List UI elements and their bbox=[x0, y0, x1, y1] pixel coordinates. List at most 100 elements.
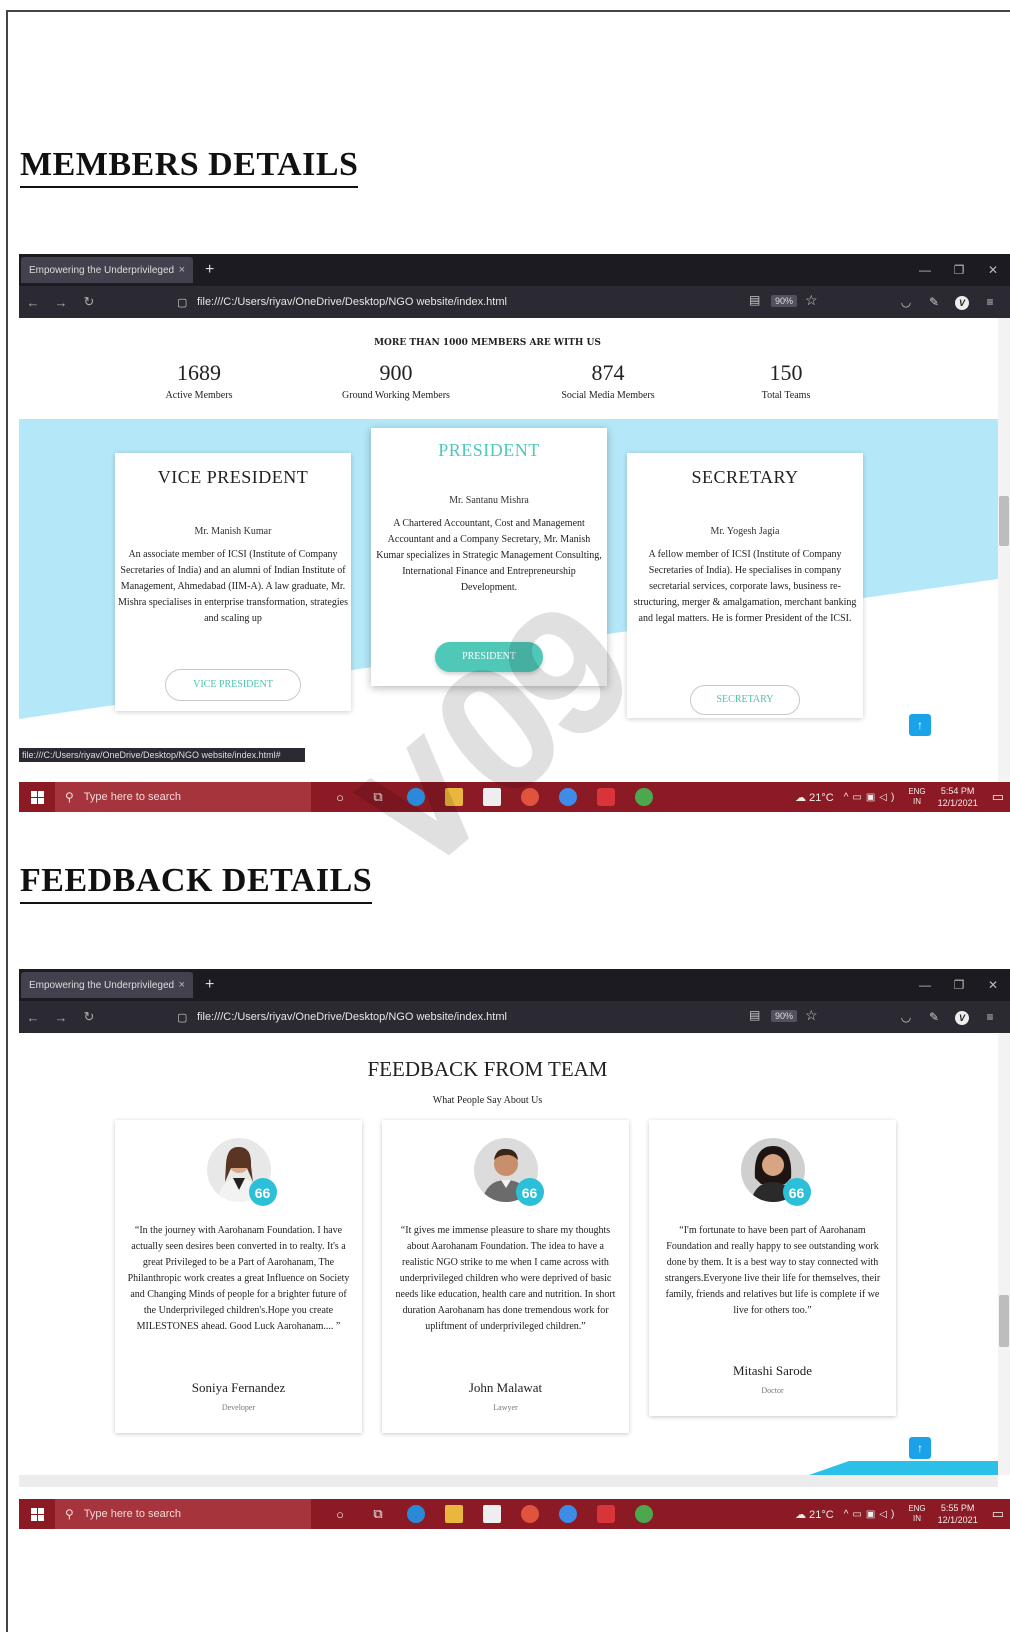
cortana-icon[interactable]: ○ bbox=[321, 790, 359, 805]
toolbar-right: ◡ ✎ V ≡ bbox=[892, 1001, 1004, 1033]
new-tab-icon[interactable]: + bbox=[205, 976, 214, 994]
taskbar-search[interactable]: ⚲ Type here to search bbox=[55, 782, 311, 812]
close-window-icon[interactable]: ✕ bbox=[976, 978, 1010, 992]
secretary-button[interactable]: SECRETARY bbox=[690, 685, 800, 715]
quote-icon: 66 bbox=[782, 1178, 811, 1206]
clock[interactable]: 5:55 PM 12/1/2021 bbox=[938, 1502, 978, 1526]
chrome-icon[interactable] bbox=[511, 1505, 549, 1523]
vivaldi-icon[interactable] bbox=[587, 1505, 625, 1523]
window-controls: — ❐ ✕ bbox=[908, 254, 1010, 286]
minimize-icon[interactable]: — bbox=[908, 978, 942, 992]
back-icon[interactable]: ← bbox=[19, 1010, 47, 1025]
region-code: IN bbox=[912, 1514, 921, 1523]
firefox-icon[interactable] bbox=[549, 788, 587, 806]
notification-icon[interactable]: ▭ bbox=[992, 789, 1004, 805]
taskbar-search[interactable]: ⚲ Type here to search bbox=[55, 1499, 311, 1529]
pocket-icon[interactable]: ◡ bbox=[892, 1010, 920, 1024]
vertical-scrollbar[interactable] bbox=[998, 318, 1010, 782]
vivaldi-icon[interactable] bbox=[587, 788, 625, 806]
windows-start-icon[interactable] bbox=[19, 1499, 55, 1529]
edge-icon[interactable] bbox=[397, 1505, 435, 1523]
app-icon[interactable] bbox=[625, 788, 663, 806]
scroll-top-icon[interactable]: ↑ bbox=[909, 714, 931, 736]
horizontal-scrollbar[interactable] bbox=[19, 1475, 998, 1487]
president-button[interactable]: PRESIDENT bbox=[435, 642, 543, 672]
feedback-screenshot: Empowering the Underprivileged × + — ❐ ✕… bbox=[19, 969, 1010, 1529]
lang-code: ENG bbox=[908, 787, 926, 796]
task-view-icon[interactable]: ⧉ bbox=[359, 1506, 397, 1522]
scroll-top-icon[interactable]: ↑ bbox=[909, 1437, 931, 1459]
language-indicator[interactable]: ENG IN bbox=[908, 1504, 925, 1524]
bookmark-star-icon[interactable]: ☆ bbox=[805, 292, 818, 309]
cortana-icon[interactable]: ○ bbox=[321, 1507, 359, 1522]
url-bar[interactable]: ▢ file:///C:/Users/riyav/OneDrive/Deskto… bbox=[177, 1005, 813, 1029]
reload-icon[interactable]: ↻ bbox=[75, 1009, 103, 1025]
wrench-icon[interactable]: ✎ bbox=[920, 1010, 948, 1024]
task-view-icon[interactable]: ⧉ bbox=[359, 789, 397, 805]
language-indicator[interactable]: ENG IN bbox=[908, 787, 925, 807]
members-heading-text: MEMBERS DETAILS bbox=[20, 146, 359, 183]
stat-label: Ground Working Members bbox=[342, 390, 450, 401]
tab-close-icon[interactable]: × bbox=[179, 264, 185, 276]
weather[interactable]: ☁ 21°C bbox=[795, 791, 834, 804]
close-window-icon[interactable]: ✕ bbox=[976, 263, 1010, 277]
person-role: Doctor bbox=[761, 1386, 784, 1395]
chrome-icon[interactable] bbox=[511, 788, 549, 806]
url-text: file:///C:/Users/riyav/OneDrive/Desktop/… bbox=[197, 1011, 507, 1023]
back-icon[interactable]: ← bbox=[19, 295, 47, 310]
feedback-card-soniya: 66 “In the journey with Aarohanam Founda… bbox=[115, 1120, 362, 1433]
scrollbar-thumb[interactable] bbox=[999, 496, 1009, 546]
tab-title: Empowering the Underprivileged bbox=[29, 979, 175, 991]
stat-label: Social Media Members bbox=[561, 390, 655, 401]
extension-icon[interactable]: V bbox=[948, 295, 976, 310]
stat-total-teams: 150 Total Teams bbox=[686, 360, 886, 401]
file-explorer-icon[interactable] bbox=[435, 1505, 473, 1523]
reader-view-icon[interactable]: ▤ bbox=[749, 1008, 760, 1022]
browser-tab[interactable]: Empowering the Underprivileged × bbox=[21, 257, 193, 283]
app-icon[interactable] bbox=[625, 1505, 663, 1523]
wrench-icon[interactable]: ✎ bbox=[920, 295, 948, 309]
browser-tab[interactable]: Empowering the Underprivileged × bbox=[21, 972, 193, 998]
feedback-title: FEEDBACK FROM TEAM bbox=[367, 1057, 608, 1081]
store-icon[interactable] bbox=[473, 788, 511, 806]
forward-icon[interactable]: → bbox=[47, 1010, 75, 1025]
zoom-level[interactable]: 90% bbox=[771, 295, 798, 307]
scrollbar-thumb[interactable] bbox=[999, 1295, 1009, 1347]
menu-icon[interactable]: ≡ bbox=[976, 1010, 1004, 1024]
tab-close-icon[interactable]: × bbox=[179, 979, 185, 991]
store-icon[interactable] bbox=[473, 1505, 511, 1523]
restore-icon[interactable]: ❐ bbox=[942, 978, 976, 992]
clock[interactable]: 5:54 PM 12/1/2021 bbox=[938, 785, 978, 809]
card-description: A Chartered Accountant, Cost and Managem… bbox=[376, 518, 602, 593]
feedback-heading-text: FEEDBACK DETAILS bbox=[20, 862, 373, 899]
firefox-icon[interactable] bbox=[549, 1505, 587, 1523]
tray-icons[interactable]: ^▭▣◁) bbox=[844, 1509, 899, 1520]
windows-start-icon[interactable] bbox=[19, 782, 55, 812]
zoom-level[interactable]: 90% bbox=[771, 1010, 798, 1022]
system-tray: ☁ 21°C ^▭▣◁) ENG IN 5:54 PM 12/1/2021 ▭ bbox=[795, 782, 1004, 812]
members-heading-underline bbox=[20, 186, 359, 188]
reader-view-icon[interactable]: ▤ bbox=[749, 293, 760, 307]
forward-icon[interactable]: → bbox=[47, 295, 75, 310]
cyan-corner-shape bbox=[809, 1461, 999, 1475]
restore-icon[interactable]: ❐ bbox=[942, 263, 976, 277]
search-placeholder: Type here to search bbox=[83, 791, 182, 803]
file-explorer-icon[interactable] bbox=[435, 788, 473, 806]
notification-icon[interactable]: ▭ bbox=[992, 1506, 1004, 1522]
url-bar[interactable]: ▢ file:///C:/Users/riyav/OneDrive/Deskto… bbox=[177, 290, 813, 314]
pocket-icon[interactable]: ◡ bbox=[892, 295, 920, 309]
feedback-heading-underline bbox=[20, 902, 373, 904]
date: 12/1/2021 bbox=[937, 1515, 978, 1525]
new-tab-icon[interactable]: + bbox=[205, 261, 214, 279]
reload-icon[interactable]: ↻ bbox=[75, 294, 103, 310]
extension-icon[interactable]: V bbox=[948, 1010, 976, 1025]
vertical-scrollbar[interactable] bbox=[998, 1033, 1010, 1475]
menu-icon[interactable]: ≡ bbox=[976, 295, 1004, 309]
tray-icons[interactable]: ^▭▣◁) bbox=[844, 792, 899, 803]
feedback-text: “It gives me immense pleasure to share m… bbox=[395, 1225, 616, 1332]
minimize-icon[interactable]: — bbox=[908, 263, 942, 277]
bookmark-star-icon[interactable]: ☆ bbox=[805, 1007, 818, 1024]
edge-icon[interactable] bbox=[397, 788, 435, 806]
weather[interactable]: ☁ 21°C bbox=[795, 1508, 834, 1521]
vice-president-button[interactable]: VICE PRESIDENT bbox=[165, 669, 301, 701]
